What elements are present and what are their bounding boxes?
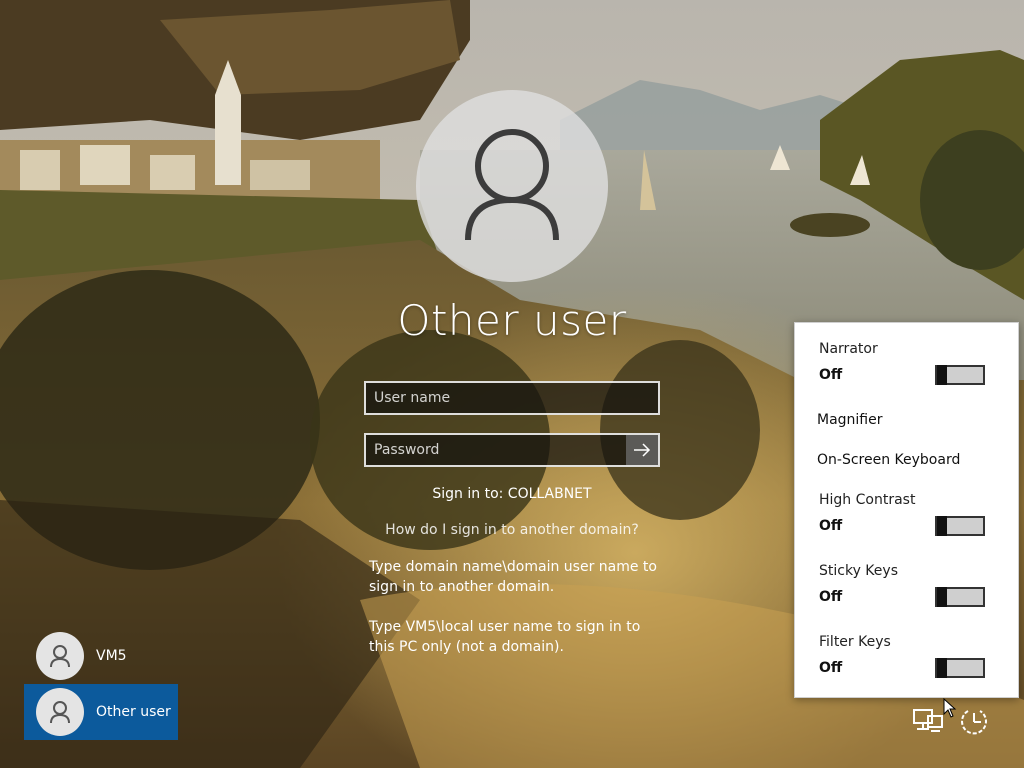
password-input[interactable] — [366, 435, 628, 465]
network-icon — [913, 709, 943, 732]
narrator-toggle[interactable] — [935, 365, 985, 385]
mouse-cursor-icon — [943, 698, 957, 718]
filter-keys-state: Off — [819, 660, 843, 676]
username-input[interactable] — [366, 383, 658, 413]
sticky-keys-state: Off — [819, 589, 843, 605]
help-text-domain: Type domain name\domain user name to sig… — [369, 559, 657, 595]
narrator-state: Off — [819, 367, 843, 383]
person-icon — [50, 701, 70, 724]
ease-of-access-panel: Narrator Off Magnifier On-Screen Keyboar… — [794, 322, 1019, 698]
avatar — [36, 688, 84, 736]
filter-keys-label: Filter Keys — [819, 634, 891, 650]
user-avatar-large — [416, 90, 608, 282]
narrator-label: Narrator — [819, 341, 878, 357]
toggle-thumb — [937, 516, 947, 536]
avatar — [36, 632, 84, 680]
password-field-wrapper — [364, 433, 660, 467]
person-icon — [465, 129, 559, 241]
high-contrast-label: High Contrast — [819, 492, 916, 508]
user-tile-other-user[interactable]: Other user — [24, 684, 178, 740]
high-contrast-state: Off — [819, 518, 843, 534]
sticky-keys-toggle[interactable] — [935, 587, 985, 607]
toggle-thumb — [937, 365, 947, 385]
sticky-keys-label: Sticky Keys — [819, 563, 898, 579]
username-field-wrapper — [364, 381, 660, 415]
toggle-thumb — [937, 658, 947, 678]
onscreen-keyboard-link[interactable]: On-Screen Keyboard — [817, 452, 960, 468]
help-text-local: Type VM5\local user name to sign in to t… — [369, 619, 641, 655]
arrow-right-icon — [634, 443, 651, 457]
toggle-thumb — [937, 587, 947, 607]
page-title: Other user — [397, 296, 627, 345]
filter-keys-toggle[interactable] — [935, 658, 985, 678]
person-icon — [50, 645, 70, 668]
signin-domain-text: Sign in to: COLLABNET — [432, 486, 592, 502]
user-tile-vm5[interactable]: VM5 — [24, 628, 178, 684]
submit-button[interactable] — [626, 435, 658, 465]
magnifier-link[interactable]: Magnifier — [817, 412, 883, 428]
high-contrast-toggle[interactable] — [935, 516, 985, 536]
other-domain-help-link[interactable]: How do I sign in to another domain? — [312, 522, 712, 538]
user-name: VM5 — [96, 648, 127, 664]
ease-of-access-button[interactable] — [956, 704, 992, 738]
ease-of-access-icon — [961, 710, 987, 735]
network-button[interactable] — [910, 704, 946, 738]
user-name: Other user — [96, 704, 171, 720]
